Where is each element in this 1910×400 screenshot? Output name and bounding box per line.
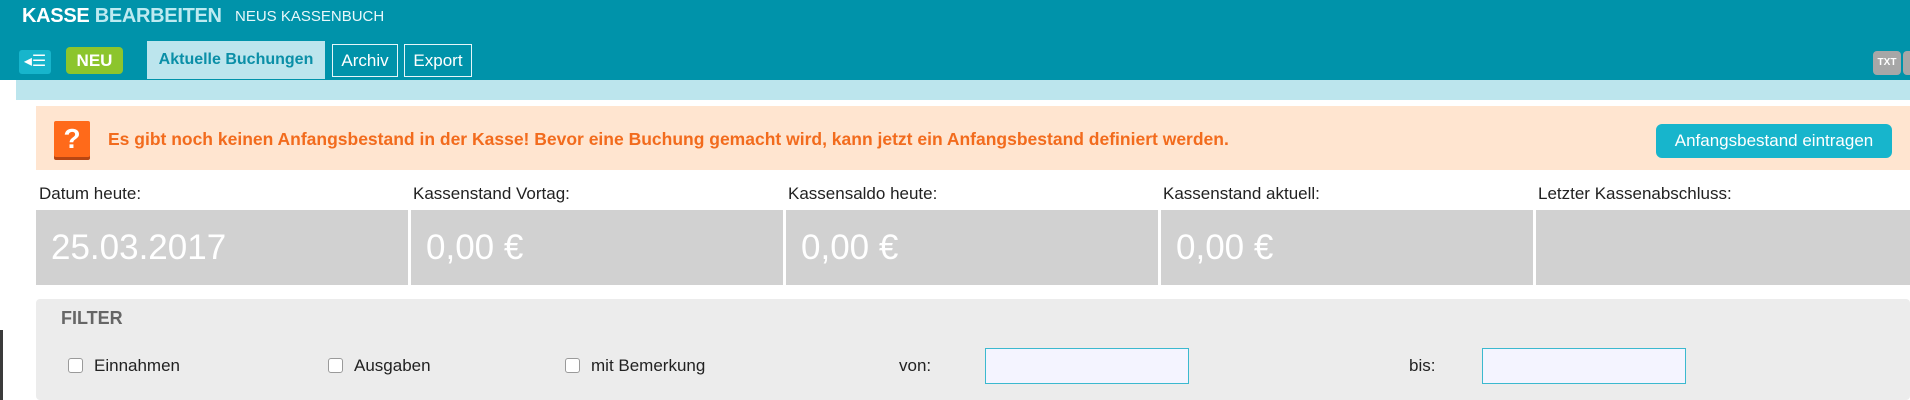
tab-aktuelle-buchungen[interactable]: Aktuelle Buchungen [147, 41, 325, 79]
stat-label-date: Datum heute: [39, 184, 142, 203]
stat-value-date: 25.03.2017 [36, 210, 408, 285]
stat-label-last-closing: Letzter Kassenabschluss: [1538, 184, 1732, 203]
warning-message: Es gibt noch keinen Anfangsbestand in de… [108, 129, 1229, 149]
stat-label-previous-balance: Kassenstand Vortag: [413, 184, 570, 203]
tab-underline-bar [16, 80, 1910, 100]
checkbox-label-ausgaben: Ausgaben [354, 356, 431, 375]
back-list-icon: ◂☰ [23, 53, 47, 70]
stat-value-current-balance: 0,00 € [1161, 210, 1533, 285]
add-opening-balance-button[interactable]: Anfangsbestand eintragen [1656, 124, 1892, 158]
date-from-input[interactable] [985, 348, 1189, 384]
checkbox-label-einnahmen: Einnahmen [94, 356, 181, 375]
checkbox-ausgaben[interactable] [328, 358, 343, 373]
new-entry-button[interactable]: NEU [66, 47, 123, 74]
filter-title: FILTER [61, 308, 123, 328]
stat-label-current-balance: Kassenstand aktuell: [1163, 184, 1320, 203]
secondary-export-button[interactable] [1903, 51, 1910, 75]
window-edge [0, 330, 3, 400]
page-title: KASSE BEARBEITEN [22, 5, 222, 28]
date-to-input[interactable] [1482, 348, 1686, 384]
stat-label-today-saldo: Kassensaldo heute: [788, 184, 938, 203]
question-icon: ? [54, 121, 90, 157]
stat-value-today-saldo: 0,00 € [786, 210, 1158, 285]
tab-export[interactable]: Export [404, 44, 472, 77]
txt-export-button[interactable]: TXT [1873, 51, 1901, 75]
title-part-kasse: KASSE [22, 5, 90, 27]
back-button[interactable]: ◂☰ [19, 50, 51, 74]
stat-value-previous-balance: 0,00 € [411, 210, 783, 285]
checkbox-mit-bemerkung[interactable] [565, 358, 580, 373]
checkbox-einnahmen[interactable] [68, 358, 83, 373]
checkbox-label-mit-bemerkung: mit Bemerkung [591, 356, 706, 375]
stat-value-last-closing [1536, 210, 1910, 285]
title-part-bearbeiten: BEARBEITEN [94, 5, 222, 27]
date-from-label: von: [899, 356, 932, 375]
date-to-label: bis: [1409, 356, 1436, 375]
tab-archiv[interactable]: Archiv [332, 44, 398, 77]
cashbook-name: NEUS KASSENBUCH [235, 8, 385, 25]
